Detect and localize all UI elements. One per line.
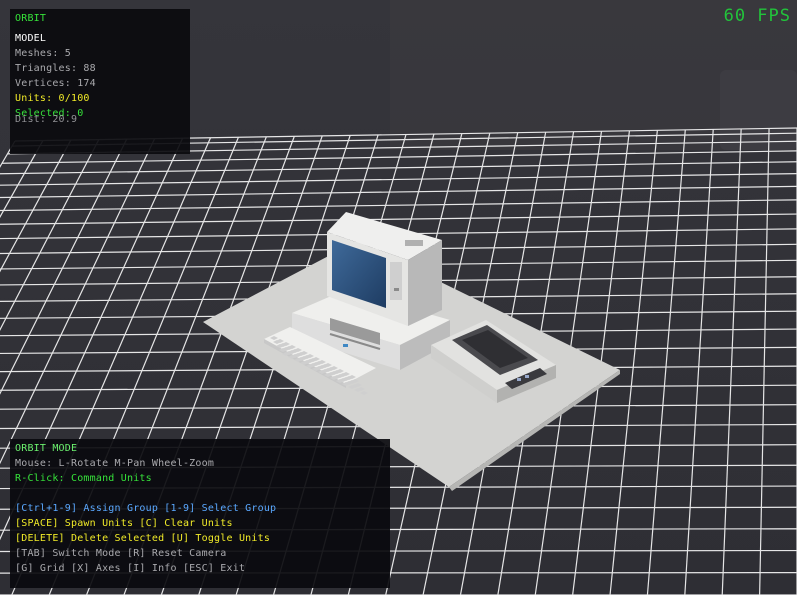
stats-panel: ORBIT MODEL Meshes: 5 Triangles: 88 Vert… bbox=[10, 9, 190, 154]
background-block bbox=[720, 70, 797, 150]
help-title: ORBIT MODE bbox=[15, 443, 78, 454]
meshes-count: Meshes: 5 bbox=[15, 48, 71, 59]
camera-distance: Dist: 20.9 bbox=[15, 114, 78, 125]
power-indicator bbox=[343, 344, 348, 347]
help-delete: [DELETE] Delete Selected [U] Toggle Unit… bbox=[15, 533, 271, 544]
vertices-count: Vertices: 174 bbox=[15, 78, 96, 89]
help-groups: [Ctrl+1-9] Assign Group [1-9] Select Gro… bbox=[15, 503, 277, 514]
help-mouse: Mouse: L-Rotate M-Pan Wheel-Zoom bbox=[15, 458, 215, 469]
help-right-click: R-Click: Command Units bbox=[15, 473, 152, 484]
units-count: Units: 0/100 bbox=[15, 93, 90, 104]
model-section-label: MODEL bbox=[15, 33, 47, 44]
help-keys: [G] Grid [X] Axes [I] Info [ESC] Exit bbox=[15, 563, 246, 574]
triangles-count: Triangles: 88 bbox=[15, 63, 96, 74]
controls-help-panel: ORBIT MODE Mouse: L-Rotate M-Pan Wheel-Z… bbox=[10, 439, 390, 588]
help-spawn: [SPACE] Spawn Units [C] Clear Units bbox=[15, 518, 233, 529]
fps-counter: 60 FPS bbox=[723, 6, 791, 26]
mode-title: ORBIT bbox=[15, 13, 47, 24]
help-tab: [TAB] Switch Mode [R] Reset Camera bbox=[15, 548, 227, 559]
